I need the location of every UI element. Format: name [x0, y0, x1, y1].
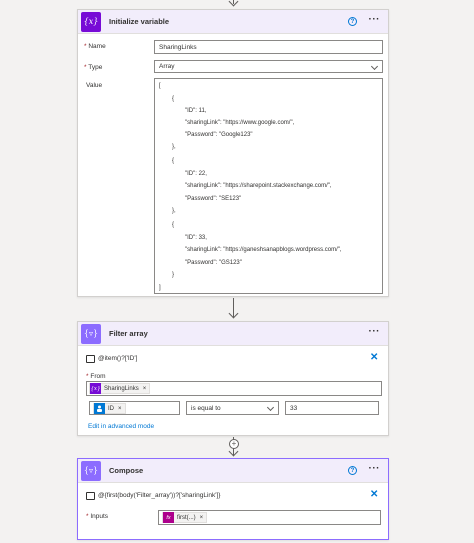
variable-icon: {x} — [90, 383, 101, 394]
edit-advanced-mode-link[interactable]: Edit in advanced mode — [88, 423, 154, 430]
comment-icon — [86, 492, 95, 500]
remove-token-icon[interactable]: × — [143, 386, 147, 392]
token-label: ID — [108, 405, 114, 412]
code-line: "sharingLink": "https://www.google.com/"… — [185, 120, 295, 126]
code-line: "ID": 22, — [185, 171, 207, 177]
code-line: { — [172, 96, 175, 102]
code-line: } — [172, 272, 175, 278]
token-label: SharingLinks — [104, 385, 139, 392]
condition-right-input[interactable]: 33 — [285, 401, 379, 415]
code-line: ] — [159, 285, 161, 291]
more-options-icon[interactable]: ··· — [369, 327, 381, 337]
chevron-down-icon — [370, 62, 379, 71]
close-icon[interactable]: ✕ — [370, 490, 378, 500]
type-label: * Type — [84, 64, 103, 71]
code-line: "Password": "GS123" — [185, 260, 242, 266]
initialize-variable-header[interactable]: {x} Initialize variable ? ··· — [78, 10, 388, 34]
token-label: first(...) — [177, 514, 196, 521]
first-expression-token[interactable]: fx first(...) × — [162, 512, 208, 523]
value-label: Value — [86, 82, 103, 89]
fx-icon: fx — [163, 512, 174, 523]
filter-array-header[interactable]: {▿} Filter array ··· — [78, 322, 388, 346]
compose-card: {▿} Compose ? ··· @{first(body('Filter_a… — [77, 458, 389, 540]
type-select[interactable]: Array — [154, 60, 383, 73]
from-label: * From — [86, 373, 106, 380]
code-line: }, — [172, 144, 176, 150]
help-icon[interactable]: ? — [348, 466, 357, 475]
name-label: * Name — [84, 43, 106, 50]
remove-token-icon[interactable]: × — [118, 406, 122, 412]
comment-icon — [86, 355, 95, 363]
filter-array-icon: {▿} — [81, 323, 101, 344]
card-title: Filter array — [109, 329, 148, 338]
code-line: "ID": 33, — [185, 235, 207, 241]
card-title: Initialize variable — [109, 17, 170, 26]
code-line: { — [172, 158, 175, 164]
code-line: "Password": "SE123" — [185, 196, 242, 202]
code-line: [ — [159, 83, 161, 89]
compose-expression[interactable]: @{first(body('Filter_array'))?['sharingL… — [98, 492, 220, 499]
help-icon[interactable]: ? — [348, 17, 357, 26]
inputs-label: * Inputs — [86, 513, 109, 520]
variable-icon: {x} — [81, 11, 101, 32]
more-options-icon[interactable]: ··· — [369, 464, 381, 474]
connector-arrow — [228, 298, 239, 320]
code-line: "ID": 11, — [185, 108, 207, 114]
filter-array-card: {▿} Filter array ··· @item()?['ID'] ✕ * … — [77, 321, 389, 436]
condition-expression[interactable]: @item()?['ID'] — [98, 355, 137, 362]
id-token[interactable]: ID × — [93, 403, 126, 414]
add-step-button[interactable]: + — [229, 439, 239, 449]
compose-header[interactable]: {▿} Compose ? ··· — [78, 459, 388, 483]
value-textarea[interactable]: [ { "ID": 11, "sharingLink": "https://ww… — [154, 78, 383, 294]
compose-icon: {▿} — [81, 460, 101, 481]
operator-select[interactable]: is equal to — [186, 401, 279, 415]
code-line: "sharingLink": "https://sharepoint.stack… — [185, 183, 332, 189]
code-line: "sharingLink": "https://ganeshsanapblogs… — [185, 247, 342, 253]
from-token[interactable]: {x} SharingLinks × — [89, 383, 151, 394]
sharepoint-icon — [94, 403, 105, 414]
name-value: SharingLinks — [159, 43, 197, 51]
initialize-variable-card: {x} Initialize variable ? ··· * Name Sha… — [77, 9, 389, 297]
chevron-down-icon — [266, 403, 275, 412]
remove-token-icon[interactable]: × — [200, 515, 204, 521]
operator-value: is equal to — [191, 404, 221, 412]
card-title: Compose — [109, 466, 144, 475]
more-options-icon[interactable]: ··· — [369, 15, 381, 25]
connector-arrow-top — [228, 0, 239, 8]
code-line: }, — [172, 208, 176, 214]
right-value: 33 — [290, 404, 298, 412]
name-input[interactable]: SharingLinks — [154, 40, 383, 54]
code-line: { — [172, 222, 175, 228]
type-value: Array — [159, 63, 175, 70]
code-line: "Password": "Google123" — [185, 132, 253, 138]
close-icon[interactable]: ✕ — [370, 353, 378, 363]
